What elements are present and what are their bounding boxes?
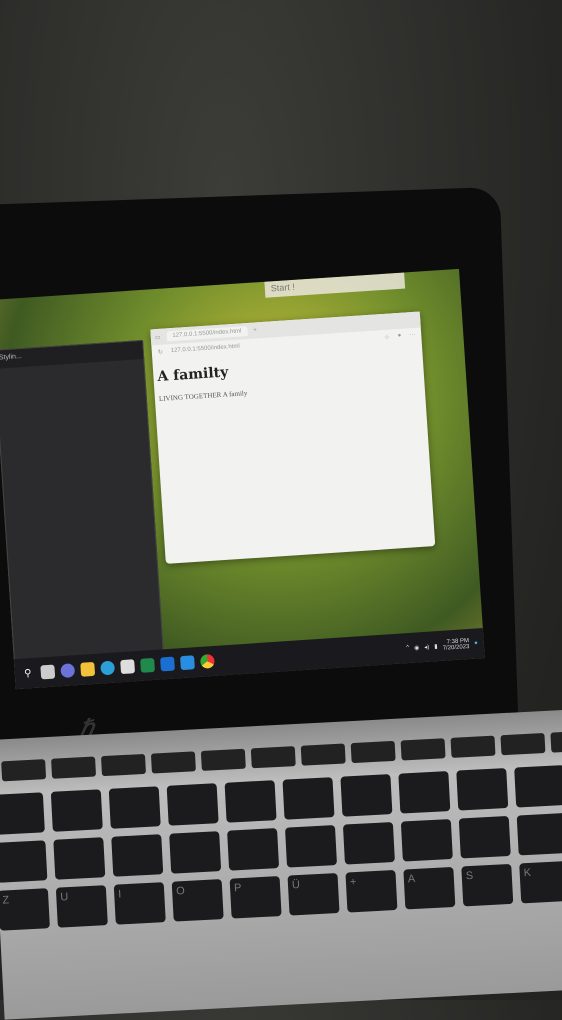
key[interactable] <box>550 730 562 753</box>
key-s[interactable]: S <box>461 863 514 907</box>
tab-actions-icon[interactable]: ▭ <box>155 333 161 340</box>
key[interactable] <box>227 828 280 871</box>
chat-icon[interactable] <box>60 663 76 679</box>
key[interactable] <box>514 764 562 808</box>
key[interactable] <box>340 774 393 817</box>
keyboard-deck: ZUIOPÜ+ASKL <box>0 708 562 1020</box>
key[interactable] <box>450 735 496 758</box>
key[interactable] <box>108 786 161 829</box>
key[interactable] <box>250 746 296 769</box>
key-a[interactable]: A <box>403 866 456 910</box>
code-editor-titlebar: Stylin... <box>0 341 144 369</box>
profile-icon[interactable]: ● <box>397 333 401 339</box>
key-o[interactable]: O <box>171 879 224 922</box>
chrome-icon[interactable] <box>199 653 215 669</box>
key[interactable] <box>224 780 277 823</box>
key[interactable] <box>398 771 451 814</box>
key[interactable] <box>200 748 246 771</box>
key[interactable] <box>284 825 338 868</box>
keyboard-keys: ZUIOPÜ+ASKL <box>0 762 562 931</box>
task-view-icon[interactable] <box>40 664 56 680</box>
system-tray[interactable]: ^ ◉ ◂) ▮ 7:38 PM 7/20/2023 ● <box>406 637 478 654</box>
file-explorer-icon[interactable] <box>80 661 96 677</box>
key[interactable] <box>400 738 446 761</box>
notification-icon[interactable]: ● <box>474 640 478 646</box>
key-i[interactable]: I <box>113 882 166 925</box>
key-u-umlaut[interactable]: Ü <box>287 872 340 916</box>
key[interactable] <box>282 777 335 820</box>
battery-icon[interactable]: ▮ <box>434 643 438 650</box>
key[interactable] <box>150 751 196 774</box>
key[interactable] <box>456 768 509 811</box>
date: 7/20/2023 <box>442 643 470 652</box>
menu-icon[interactable]: ··· <box>409 332 415 338</box>
key[interactable] <box>1 759 47 782</box>
key[interactable] <box>400 818 453 862</box>
key-z[interactable]: Z <box>0 888 50 931</box>
photos-icon[interactable] <box>120 659 136 675</box>
search-box-text: Start ! <box>270 281 296 294</box>
key[interactable] <box>51 756 97 779</box>
key[interactable] <box>101 753 146 777</box>
key[interactable] <box>0 792 45 835</box>
key[interactable] <box>500 732 546 756</box>
key[interactable] <box>350 740 396 764</box>
key[interactable] <box>0 840 48 883</box>
edge-icon[interactable] <box>100 660 116 676</box>
outlook-icon[interactable] <box>160 656 175 672</box>
key[interactable] <box>300 743 346 766</box>
page-content: A familty LIVING TOGETHER A family <box>153 351 425 403</box>
key[interactable] <box>516 812 562 856</box>
key[interactable] <box>342 822 395 865</box>
clock[interactable]: 7:38 PM 7/20/2023 <box>442 638 470 652</box>
new-tab-icon[interactable]: + <box>253 327 257 333</box>
key-u[interactable]: U <box>55 885 108 928</box>
vscode-icon[interactable] <box>180 655 195 671</box>
key[interactable] <box>111 834 164 877</box>
wifi-icon[interactable]: ◉ <box>414 644 420 651</box>
key[interactable] <box>166 783 219 826</box>
key-p[interactable]: P <box>229 876 282 919</box>
volume-icon[interactable]: ◂) <box>424 643 429 650</box>
key[interactable] <box>50 789 103 832</box>
laptop-screen: Start ! Stylin... ▭ 127.0.0.1:5500/index… <box>0 268 485 690</box>
favorites-icon[interactable]: ☆ <box>384 333 390 340</box>
key[interactable] <box>169 831 222 874</box>
key[interactable] <box>458 815 511 859</box>
chevron-up-icon[interactable]: ^ <box>406 645 409 651</box>
refresh-icon[interactable]: ↻ <box>158 348 163 355</box>
excel-icon[interactable] <box>140 657 156 673</box>
key[interactable] <box>53 837 106 880</box>
code-editor-window[interactable]: Stylin... <box>0 339 166 690</box>
address-bar[interactable]: 127.0.0.1:5500/index.html <box>171 344 240 355</box>
search-icon[interactable]: ⚲ <box>20 666 35 681</box>
browser-window[interactable]: ▭ 127.0.0.1:5500/index.html + ↻ 127.0.0.… <box>150 311 436 564</box>
key-plus[interactable]: + <box>345 869 398 913</box>
key-k[interactable]: K <box>519 860 562 904</box>
